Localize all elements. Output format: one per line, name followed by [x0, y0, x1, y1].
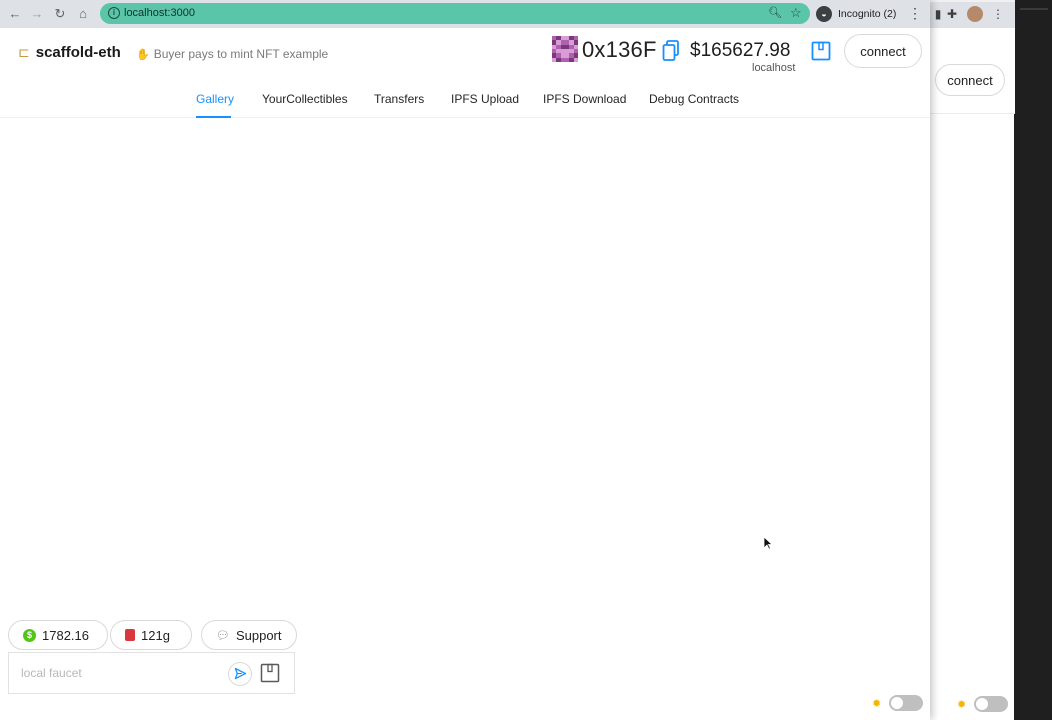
- mouse-cursor-icon: [763, 536, 773, 550]
- background-app-header: connect: [929, 28, 1015, 114]
- app-subtitle-group: ✋ Buyer pays to mint NFT example: [136, 47, 328, 61]
- wallet-icon[interactable]: [811, 41, 831, 61]
- app-header: ⊏ scaffold-eth ✋ Buyer pays to mint NFT …: [0, 28, 930, 80]
- tab-ipfs-download[interactable]: IPFS Download: [543, 92, 626, 106]
- extensions-icon[interactable]: ✚: [945, 7, 959, 21]
- incognito-label: Incognito (2): [838, 8, 897, 20]
- active-tab-indicator: [196, 116, 231, 118]
- background-tab-strip: [929, 0, 1015, 2]
- background-menu-icon[interactable]: ▮: [931, 7, 945, 21]
- copy-icon[interactable]: [662, 40, 680, 62]
- gas-price-button[interactable]: 121g: [110, 620, 192, 650]
- blockie-cell: [573, 57, 578, 62]
- background-theme-switch[interactable]: ✹: [957, 696, 1009, 712]
- background-connect-button[interactable]: connect: [935, 64, 1005, 96]
- site-info-icon[interactable]: i: [108, 7, 120, 19]
- app-title[interactable]: scaffold-eth: [36, 44, 121, 61]
- hand-icon: ✋: [136, 48, 150, 61]
- blockie-avatar: [552, 36, 578, 62]
- zoom-icon[interactable]: 🔍︎: [768, 6, 782, 19]
- support-button[interactable]: 💬︎ Support: [201, 620, 297, 650]
- incognito-indicator[interactable]: ◒ Incognito (2): [816, 4, 896, 24]
- account-balance[interactable]: $165627.98: [690, 40, 790, 62]
- background-browser-toolbar: ▮ ✚ ⋮: [929, 0, 1015, 28]
- faucet-wallet-icon[interactable]: [260, 663, 280, 683]
- back-icon[interactable]: ←: [6, 5, 24, 23]
- send-icon: [234, 667, 247, 680]
- app-subtitle: Buyer pays to mint NFT example: [153, 47, 329, 61]
- faucet-panel: local faucet: [8, 652, 295, 694]
- forward-icon[interactable]: →: [28, 5, 46, 23]
- home-icon[interactable]: ⌂: [74, 5, 92, 23]
- fuel-pump-icon: [125, 629, 135, 641]
- tab-your-collectibles[interactable]: YourCollectibles: [262, 92, 348, 106]
- desktop-divider: [1020, 8, 1048, 10]
- incognito-icon: ◒: [816, 6, 832, 22]
- account-address[interactable]: 0x136F: [582, 37, 657, 63]
- app-logo[interactable]: ⊏ scaffold-eth: [18, 44, 121, 61]
- network-label: localhost: [752, 62, 796, 74]
- browser-toolbar: ← → ↻ ⌂ i localhost:3000 🔍︎ ☆ ◒ Incognit…: [0, 0, 930, 28]
- tab-debug-contracts[interactable]: Debug Contracts: [649, 92, 739, 106]
- desktop-background: [1012, 0, 1052, 720]
- sun-icon: ✹: [872, 697, 882, 710]
- scaffold-icon: ⊏: [18, 44, 30, 60]
- faucet-input[interactable]: local faucet: [21, 666, 82, 680]
- connect-button[interactable]: connect: [844, 34, 922, 68]
- eth-price: 1782.16: [42, 627, 89, 643]
- bookmark-star-icon[interactable]: ☆: [790, 5, 802, 21]
- browser-window: ← → ↻ ⌂ i localhost:3000 🔍︎ ☆ ◒ Incognit…: [0, 0, 930, 720]
- browser-menu-icon[interactable]: ⋮: [908, 5, 922, 22]
- reload-icon[interactable]: ↻: [51, 5, 69, 23]
- background-browser-window[interactable]: ▮ ✚ ⋮ connect ✹: [928, 0, 1015, 720]
- main-nav: Gallery YourCollectibles Transfers IPFS …: [0, 80, 930, 118]
- background-more-icon[interactable]: ⋮: [991, 7, 1005, 21]
- chat-icon: 💬︎: [216, 629, 230, 642]
- dollar-icon: $: [23, 628, 36, 642]
- gas-price: 121g: [141, 627, 170, 643]
- theme-toggle[interactable]: [974, 696, 1009, 712]
- address-bar[interactable]: i localhost:3000 🔍︎ ☆: [100, 3, 810, 24]
- tab-gallery[interactable]: Gallery: [196, 92, 234, 106]
- theme-toggle[interactable]: [889, 695, 924, 711]
- sun-icon: ✹: [957, 698, 967, 711]
- faucet-send-button[interactable]: [228, 662, 252, 686]
- support-label: Support: [235, 627, 282, 643]
- eth-price-button[interactable]: $ 1782.16: [8, 620, 108, 650]
- theme-switch[interactable]: ✹: [872, 695, 924, 711]
- tab-ipfs-upload[interactable]: IPFS Upload: [451, 92, 519, 106]
- profile-avatar-icon[interactable]: [967, 6, 983, 22]
- url-text[interactable]: localhost:3000: [124, 7, 195, 19]
- screen: ▮ ✚ ⋮ connect ✹ ← → ↻ ⌂ i localhost:3000…: [0, 0, 1052, 720]
- tab-transfers[interactable]: Transfers: [374, 92, 424, 106]
